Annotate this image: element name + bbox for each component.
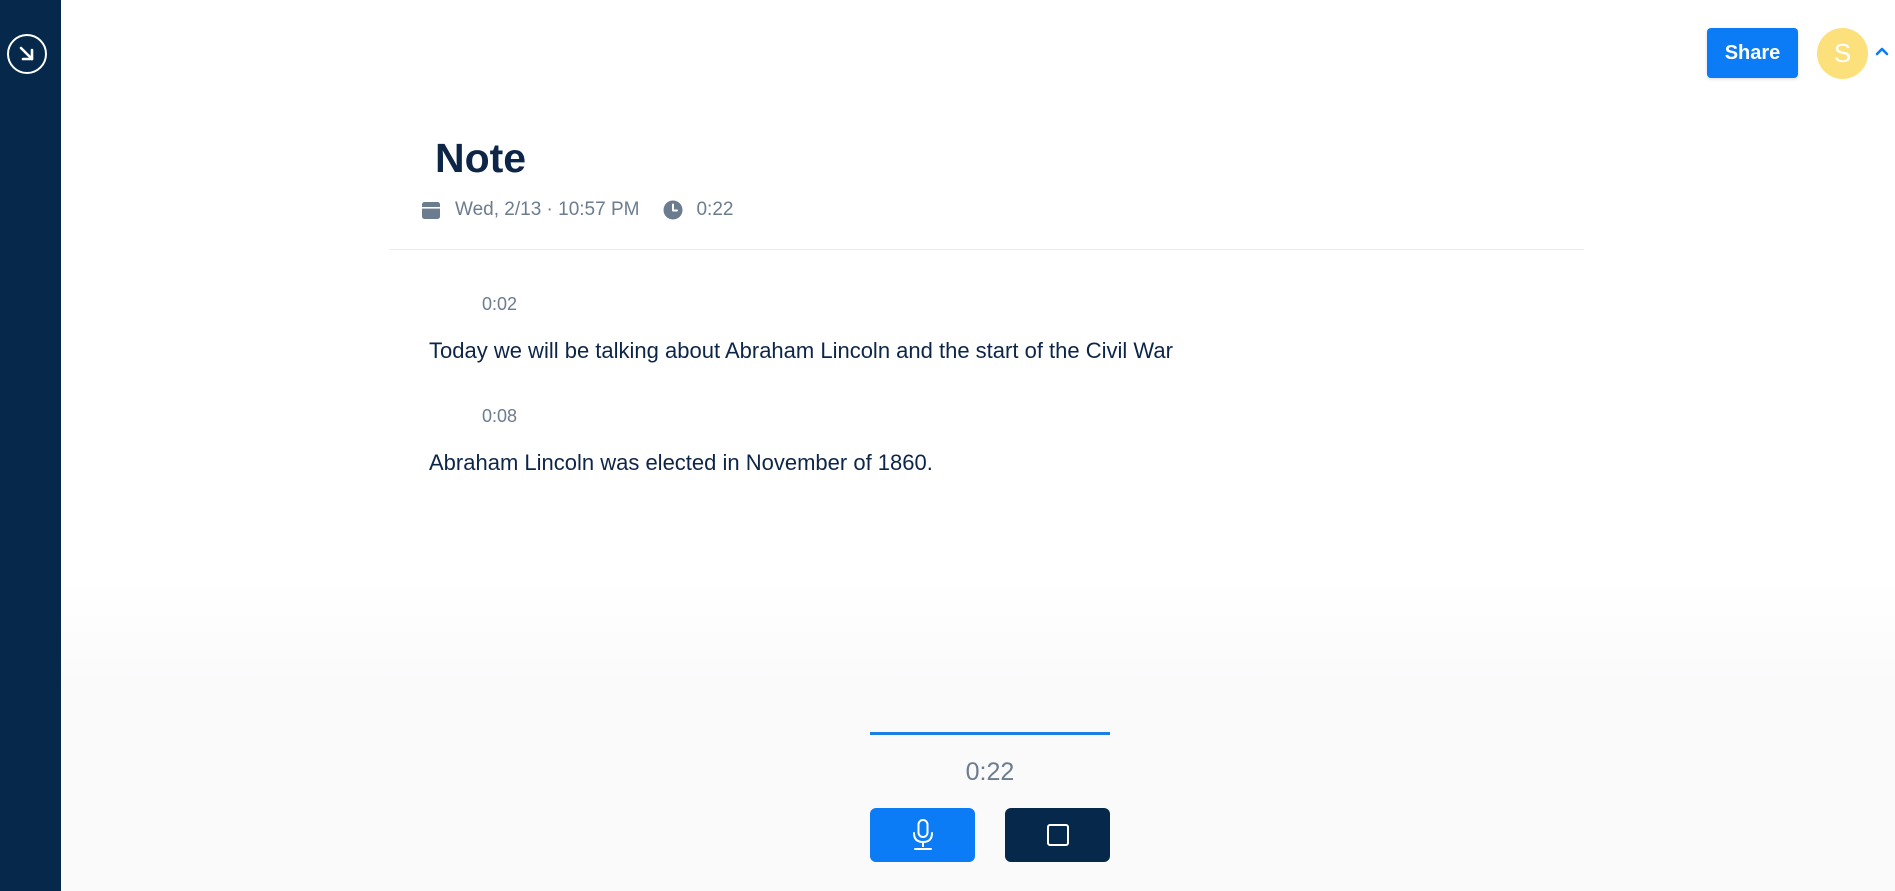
segment-timestamp[interactable]: 0:08 <box>482 406 517 427</box>
stop-button[interactable] <box>1005 808 1110 862</box>
sidebar <box>0 0 61 891</box>
share-button[interactable]: Share <box>1707 28 1798 78</box>
note-title[interactable]: Note <box>435 133 526 183</box>
calendar-icon <box>421 200 441 220</box>
recording-waveform-line <box>870 732 1110 735</box>
recorder-panel <box>61 580 1895 891</box>
segment-timestamp[interactable]: 0:02 <box>482 294 517 315</box>
segment-text[interactable]: Abraham Lincoln was elected in November … <box>429 450 933 476</box>
transcript-segment: 0:08 Abraham Lincoln was elected in Nove… <box>429 402 1529 514</box>
microphone-icon <box>912 819 933 850</box>
sidebar-expand-button[interactable] <box>7 34 47 74</box>
header-divider <box>390 249 1584 250</box>
note-duration: 0:22 <box>696 199 734 220</box>
transcript: 0:02 Today we will be talking about Abra… <box>429 290 1529 514</box>
arrow-down-right-icon <box>19 46 34 61</box>
app-root: Share S Note Wed, 2/13 · 10:57 PM 0:22 0… <box>0 0 1895 891</box>
note-date: Wed, 2/13 · 10:57 PM <box>455 199 640 220</box>
note-meta: Wed, 2/13 · 10:57 PM 0:22 <box>421 197 733 223</box>
microphone-button[interactable] <box>870 808 975 862</box>
clock-icon <box>663 200 683 220</box>
recording-timer: 0:22 <box>965 758 1015 786</box>
segment-text[interactable]: Today we will be talking about Abraham L… <box>429 338 1173 364</box>
avatar-initial: S <box>1833 38 1852 68</box>
avatar[interactable]: S <box>1817 28 1868 79</box>
chevron-up-icon[interactable] <box>1873 42 1891 60</box>
stop-icon <box>1046 824 1069 846</box>
transcript-segment: 0:02 Today we will be talking about Abra… <box>429 290 1529 402</box>
